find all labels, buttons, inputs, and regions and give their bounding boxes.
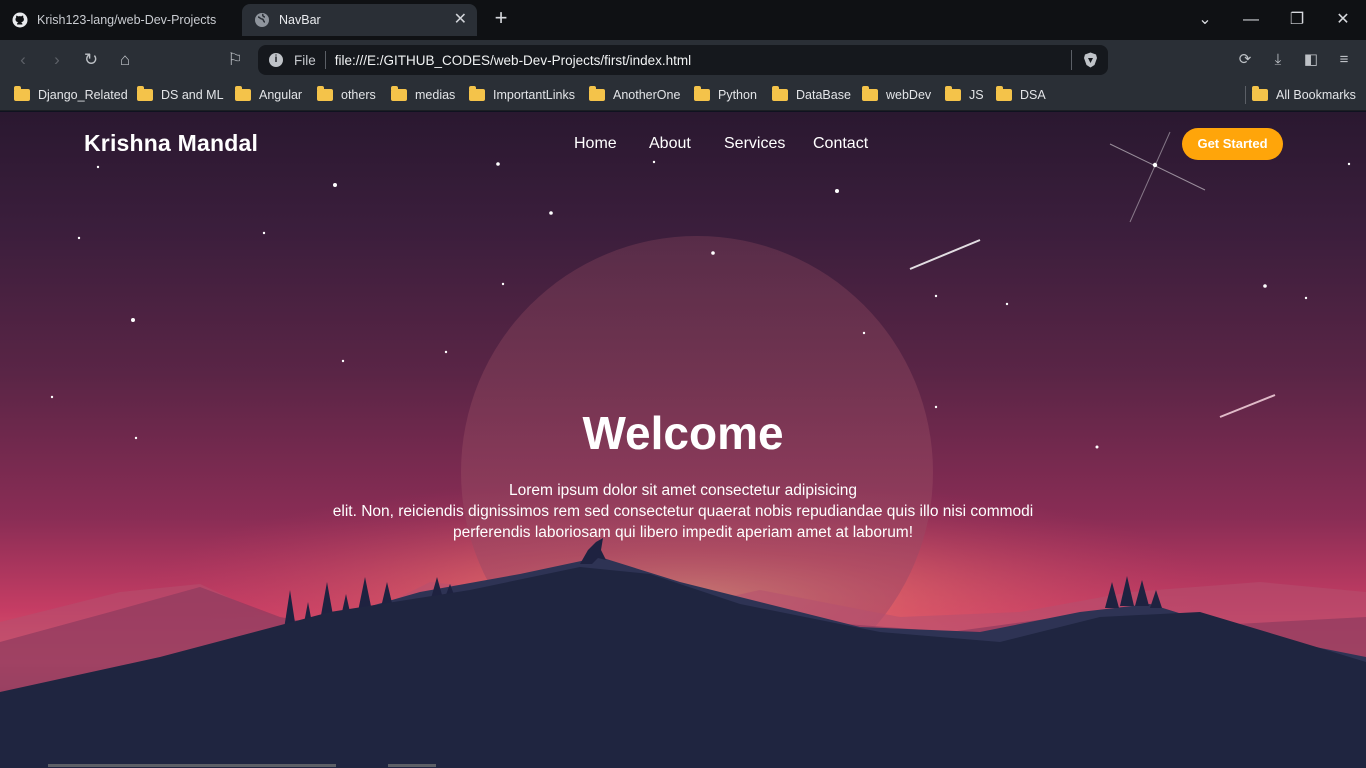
all-bookmarks-folder[interactable]: All Bookmarks <box>1252 86 1356 104</box>
site-brand[interactable]: Krishna Mandal <box>84 130 258 157</box>
bookmark-label: webDev <box>886 88 932 102</box>
bookmark-folder[interactable]: DSA <box>996 86 1046 104</box>
globe-icon <box>255 13 269 27</box>
browser-toolbar: ‹ › ↻ ⌂ ⚐ i File file:///E:/GITHUB_CODES… <box>0 40 1366 80</box>
close-window-button[interactable]: ✕ <box>1331 8 1355 32</box>
folder-icon <box>391 86 407 101</box>
bookmark-folder[interactable]: Angular <box>235 86 302 104</box>
nav-link-contact[interactable]: Contact <box>813 135 868 153</box>
brave-shield-icon[interactable] <box>1083 52 1098 68</box>
tab-navbar[interactable]: NavBar ✕ <box>242 4 477 36</box>
separator <box>1245 86 1246 104</box>
bookmark-folder[interactable]: Python <box>694 86 757 104</box>
bookmark-label: DS and ML <box>161 88 224 102</box>
hero-paragraph: Lorem ipsum dolor sit amet consectetur a… <box>300 480 1066 543</box>
get-started-button[interactable]: Get Started <box>1182 128 1283 160</box>
folder-icon <box>862 86 878 101</box>
bookmark-folder[interactable]: webDev <box>862 86 931 104</box>
address-bar[interactable]: i File file:///E:/GITHUB_CODES/web-Dev-P… <box>258 45 1108 75</box>
close-tab-icon[interactable]: ✕ <box>454 10 467 30</box>
folder-icon <box>469 86 485 101</box>
nav-link-about[interactable]: About <box>649 135 691 153</box>
bookmark-label: DSA <box>1020 88 1046 102</box>
folder-icon <box>772 86 788 101</box>
nav-link-home[interactable]: Home <box>574 135 617 153</box>
bookmark-label: medias <box>415 88 456 102</box>
horizontal-scrollbar-segment[interactable] <box>388 764 436 767</box>
github-icon <box>12 12 28 28</box>
folder-icon <box>137 86 153 101</box>
bookmark-label: Python <box>718 88 757 102</box>
folder-icon <box>1252 86 1268 101</box>
bookmark-folder[interactable]: DataBase <box>772 86 851 104</box>
bookmark-folder[interactable]: medias <box>391 86 455 104</box>
hero-title: Welcome <box>582 407 784 459</box>
download-icon[interactable]: ⤓ <box>1268 50 1288 70</box>
home-button[interactable]: ⌂ <box>112 48 138 72</box>
bookmark-folder[interactable]: ImportantLinks <box>469 86 575 104</box>
separator <box>324 51 326 69</box>
new-tab-button[interactable]: + <box>490 7 512 30</box>
hero-line: perferendis laboriosam qui libero impedi… <box>452 524 914 541</box>
bookmark-label: ImportantLinks <box>493 88 575 102</box>
reload-button[interactable]: ↻ <box>78 48 104 72</box>
info-icon[interactable]: i <box>269 53 283 67</box>
url-text[interactable]: file:///E:/GITHUB_CODES/web-Dev-Projects… <box>335 53 691 68</box>
leo-icon[interactable]: ⟳ <box>1235 50 1255 70</box>
tab-title: Krish123-lang/web-Dev-Projects <box>37 13 217 27</box>
tab-github[interactable]: Krish123-lang/web-Dev-Projects <box>0 4 238 36</box>
bookmarks-bar: Django_Related DS and ML Angular others … <box>0 80 1366 111</box>
hero-line: elit. Non, reiciendis dignissimos rem se… <box>332 503 1034 520</box>
minimize-button[interactable]: — <box>1239 8 1263 32</box>
bookmark-folder[interactable]: JS <box>945 86 984 104</box>
bookmark-folder[interactable]: DS and ML <box>137 86 224 104</box>
folder-icon <box>694 86 710 101</box>
folder-icon <box>996 86 1012 101</box>
web-page: Krishna Mandal Home About Services Conta… <box>0 112 1366 768</box>
bookmark-folder[interactable]: others <box>317 86 376 104</box>
tab-title: NavBar <box>279 13 321 27</box>
hero-line: Lorem ipsum dolor sit amet consectetur a… <box>508 482 858 499</box>
bookmark-label: AnotherOne <box>613 88 681 102</box>
bookmark-folder[interactable]: Django_Related <box>14 86 128 104</box>
bookmark-folder[interactable]: AnotherOne <box>589 86 680 104</box>
bookmark-label: Angular <box>259 88 303 102</box>
nav-link-services[interactable]: Services <box>724 135 785 153</box>
bookmark-label: others <box>341 88 376 102</box>
horizontal-scrollbar[interactable] <box>48 764 336 767</box>
folder-icon <box>589 86 605 101</box>
folder-icon <box>317 86 333 101</box>
scheme-label: File <box>294 52 316 68</box>
menu-icon[interactable]: ≡ <box>1334 50 1354 70</box>
bookmark-button[interactable]: ⚐ <box>222 48 248 72</box>
restore-button[interactable]: ❐ <box>1285 8 1309 32</box>
tab-strip: Krish123-lang/web-Dev-Projects NavBar ✕ … <box>0 0 1366 40</box>
folder-icon <box>235 86 251 101</box>
chevron-down-icon[interactable]: ⌄ <box>1193 8 1217 32</box>
back-button[interactable]: ‹ <box>10 48 36 72</box>
forward-button[interactable]: › <box>44 48 70 72</box>
sidebar-icon[interactable]: ◧ <box>1301 50 1321 70</box>
bookmark-label: Django_Related <box>38 88 128 102</box>
separator <box>1071 50 1072 70</box>
bookmark-label: All Bookmarks <box>1276 88 1356 102</box>
folder-icon <box>14 86 30 101</box>
folder-icon <box>945 86 961 101</box>
bookmark-label: DataBase <box>796 88 851 102</box>
bookmark-label: JS <box>969 88 984 102</box>
